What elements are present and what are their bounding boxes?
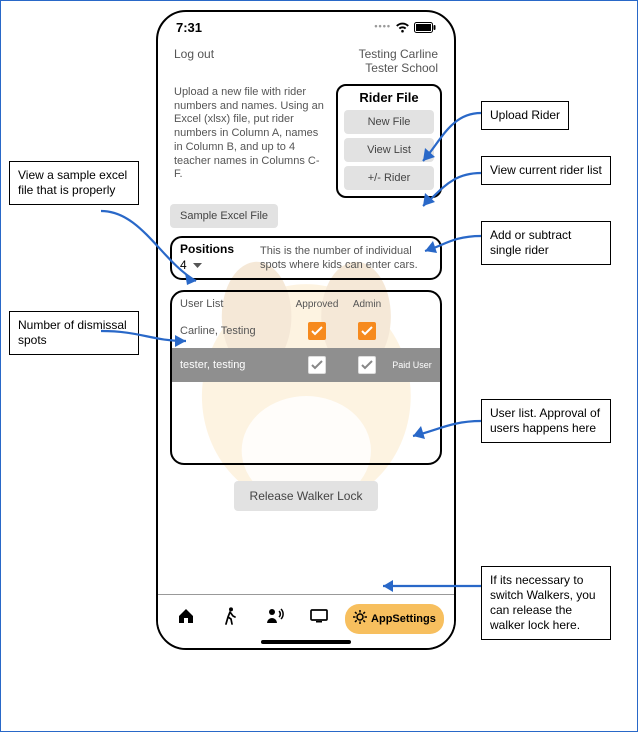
user-name: Carline, Testing	[180, 325, 292, 337]
annotation-upload: Upload Rider	[481, 101, 569, 130]
positions-title: Positions	[180, 242, 252, 256]
battery-icon	[414, 22, 436, 33]
status-bar: 7:31 ••••	[158, 12, 454, 37]
annotation-release: If its necessary to switch Walkers, you …	[481, 566, 611, 640]
new-file-button[interactable]: New File	[344, 110, 434, 134]
tab-display[interactable]	[301, 604, 337, 634]
approved-checkbox[interactable]	[308, 356, 326, 374]
positions-desc: This is the number of individual spots w…	[260, 242, 432, 273]
positions-dropdown[interactable]: 4	[180, 258, 252, 272]
admin-checkbox[interactable]	[358, 322, 376, 340]
view-list-button[interactable]: View List	[344, 138, 434, 162]
col-admin: Admin	[342, 299, 392, 310]
sample-excel-button[interactable]: Sample Excel File	[170, 204, 278, 228]
tab-voice[interactable]	[257, 604, 293, 634]
rider-file-panel: Rider File New File View List +/- Rider	[336, 84, 442, 198]
annotation-plusminus: Add or subtract single rider	[481, 221, 611, 265]
annotation-viewlist: View current rider list	[481, 156, 611, 185]
admin-checkbox[interactable]	[358, 356, 376, 374]
walker-icon	[223, 607, 237, 630]
user-row: Carline, Testing	[172, 314, 440, 348]
plus-minus-rider-button[interactable]: +/- Rider	[344, 166, 434, 190]
col-approved: Approved	[292, 299, 342, 310]
app-header: Log out Testing Carline Tester School	[158, 37, 454, 80]
user-list-panel: User List Approved Admin Carline, Testin…	[170, 290, 442, 465]
tab-app-settings-label: AppSettings	[371, 613, 436, 625]
annotation-positions: Number of dismissal spots	[9, 311, 139, 355]
tab-walker[interactable]	[212, 604, 248, 634]
release-walker-lock-button[interactable]: Release Walker Lock	[234, 481, 379, 511]
phone-frame: 7:31 •••• Log out Testing Carline Tester…	[156, 10, 456, 650]
user-name: tester, testing	[180, 359, 292, 371]
signal-dots-icon: ••••	[374, 21, 391, 31]
gear-icon	[353, 610, 367, 627]
approved-checkbox[interactable]	[308, 322, 326, 340]
paid-label: Paid User	[392, 361, 432, 370]
annotation-sample: View a sample excel file that is properl…	[9, 161, 139, 205]
upload-instructions: Upload a new file with rider numbers and…	[170, 84, 328, 198]
tab-app-settings[interactable]: AppSettings	[345, 604, 444, 634]
rider-file-title: Rider File	[344, 90, 434, 105]
user-list-title: User List	[180, 298, 292, 310]
logout-link[interactable]: Log out	[174, 47, 214, 76]
annotation-userlist: User list. Approval of users happens her…	[481, 399, 611, 443]
chevron-down-icon	[193, 258, 202, 272]
person-voice-icon	[266, 608, 284, 629]
wifi-icon	[395, 22, 410, 33]
settings-content: Upload a new file with rider numbers and…	[158, 80, 454, 606]
positions-value: 4	[180, 258, 187, 272]
user-row: tester, testing Paid User	[172, 348, 440, 382]
monitor-icon	[310, 609, 328, 628]
home-icon	[177, 608, 195, 629]
positions-panel: Positions 4 This is the number of indivi…	[170, 236, 442, 281]
tab-home[interactable]	[168, 604, 204, 634]
school-name: Testing Carline Tester School	[359, 47, 438, 76]
diagram-canvas: 7:31 •••• Log out Testing Carline Tester…	[0, 0, 638, 732]
home-indicator	[261, 640, 351, 644]
clock: 7:31	[176, 20, 202, 35]
